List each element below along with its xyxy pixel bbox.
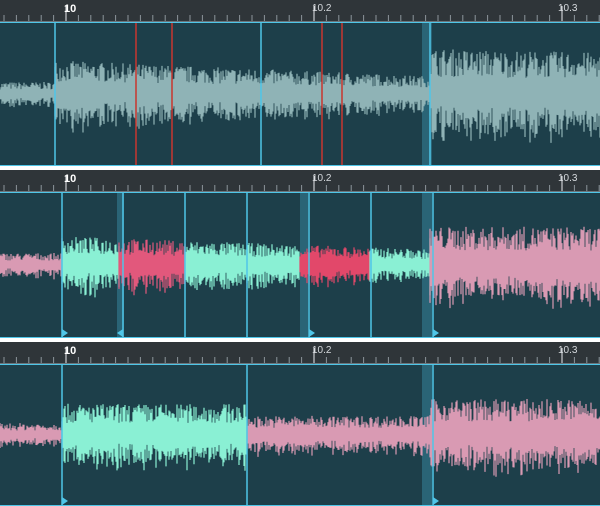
waveform-segment bbox=[429, 226, 600, 309]
ruler-label-end: 10.3 bbox=[558, 345, 578, 356]
waveform-segment bbox=[184, 242, 301, 290]
waveform-segment bbox=[369, 238, 431, 296]
marker-flag bbox=[433, 497, 439, 505]
ruler-ticks bbox=[0, 6, 600, 22]
marker-flag bbox=[433, 329, 439, 337]
waveform-segment bbox=[299, 245, 371, 288]
timeline-ruler[interactable]: 10 10.2 10.3 bbox=[0, 342, 600, 364]
ruler-ticks bbox=[0, 176, 600, 192]
ruler-label-start: 10 bbox=[64, 3, 77, 15]
ruler-label-mid: 10.2 bbox=[312, 173, 332, 184]
waveform-segment bbox=[61, 237, 120, 298]
ruler-label-end: 10.3 bbox=[558, 3, 578, 14]
track-3: 10 10.2 10.3 bbox=[0, 342, 600, 506]
marker-flag bbox=[62, 329, 68, 337]
marker-flag bbox=[309, 329, 315, 337]
waveform-lane[interactable] bbox=[0, 364, 600, 506]
waveform-lane[interactable] bbox=[0, 192, 600, 338]
timeline-ruler[interactable]: 10 10.2 10.3 bbox=[0, 170, 600, 192]
ruler-label-mid: 10.2 bbox=[312, 3, 332, 14]
waveform-track-3 bbox=[0, 365, 600, 505]
marker-flag bbox=[62, 497, 68, 505]
waveform-segment bbox=[118, 239, 186, 296]
ruler-label-mid: 10.2 bbox=[312, 345, 332, 356]
waveform-segment bbox=[0, 49, 600, 143]
waveform-segment bbox=[61, 403, 248, 471]
track-2: 10 10.2 10.3 bbox=[0, 170, 600, 338]
track-1: 10 10.2 10.3 bbox=[0, 0, 600, 168]
ruler-ticks bbox=[0, 348, 600, 364]
waveform-track-1 bbox=[0, 23, 600, 165]
waveform-track-2 bbox=[0, 193, 600, 337]
ruler-label-end: 10.3 bbox=[558, 173, 578, 184]
ruler-label-start: 10 bbox=[64, 345, 77, 357]
ruler-label-start: 10 bbox=[64, 173, 77, 185]
timeline-ruler[interactable]: 10 10.2 10.3 bbox=[0, 0, 600, 22]
waveform-segment bbox=[0, 238, 63, 284]
waveform-lane[interactable] bbox=[0, 22, 600, 166]
waveform-segment bbox=[0, 421, 63, 448]
